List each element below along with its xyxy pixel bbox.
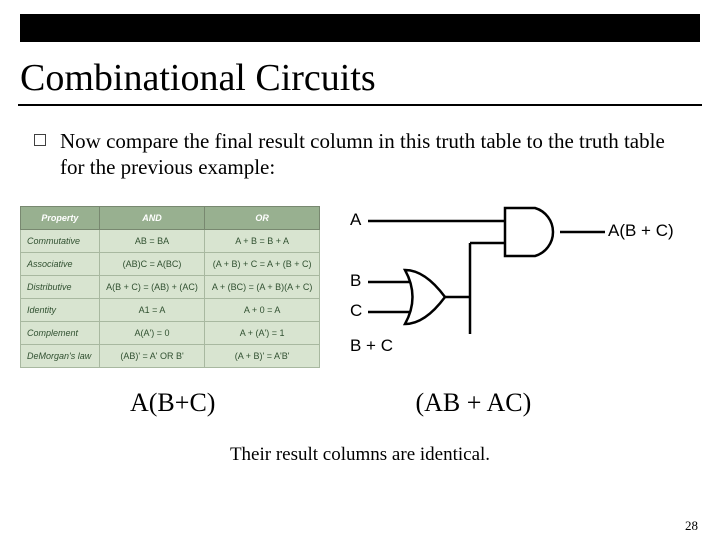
label-input-c: C — [350, 301, 362, 321]
table-row: DeMorgan's law(AB)' = A' OR B'(A + B)' =… — [21, 344, 320, 367]
title-underline — [18, 104, 702, 106]
circuit-diagram: A B C B + C A(B + C) — [350, 206, 690, 356]
page-number: 28 — [685, 518, 698, 534]
footer-text: Their result columns are identical. — [0, 444, 720, 466]
content-row: Property AND OR CommutativeAB = BAA + B … — [20, 206, 700, 368]
label-or-output: B + C — [350, 336, 393, 356]
table-row: DistributiveA(B + C) = (AB) + (AC)A + (B… — [21, 275, 320, 298]
th-and: AND — [99, 206, 205, 229]
table-row: Associative(AB)C = A(BC)(A + B) + C = A … — [21, 252, 320, 275]
bullet-row: Now compare the final result column in t… — [60, 128, 670, 181]
formula-right: (AB + AC) — [415, 388, 531, 418]
properties-table: Property AND OR CommutativeAB = BAA + B … — [20, 206, 320, 368]
bullet-icon — [34, 134, 46, 146]
formula-row: A(B+C) (AB + AC) — [0, 388, 720, 418]
table-row: CommutativeAB = BAA + B = B + A — [21, 229, 320, 252]
label-and-output: A(B + C) — [608, 221, 674, 241]
slide-title: Combinational Circuits — [20, 56, 700, 100]
th-or: OR — [205, 206, 320, 229]
bullet-text: Now compare the final result column in t… — [60, 128, 670, 181]
th-property: Property — [21, 206, 100, 229]
formula-left: A(B+C) — [130, 388, 215, 418]
top-bar — [20, 14, 700, 42]
label-input-b: B — [350, 271, 361, 291]
label-input-a: A — [350, 210, 361, 230]
table-row: ComplementA(A') = 0A + (A') = 1 — [21, 321, 320, 344]
table-row: IdentityA1 = AA + 0 = A — [21, 298, 320, 321]
or-gate-icon — [405, 270, 445, 324]
and-gate-icon — [505, 208, 553, 256]
